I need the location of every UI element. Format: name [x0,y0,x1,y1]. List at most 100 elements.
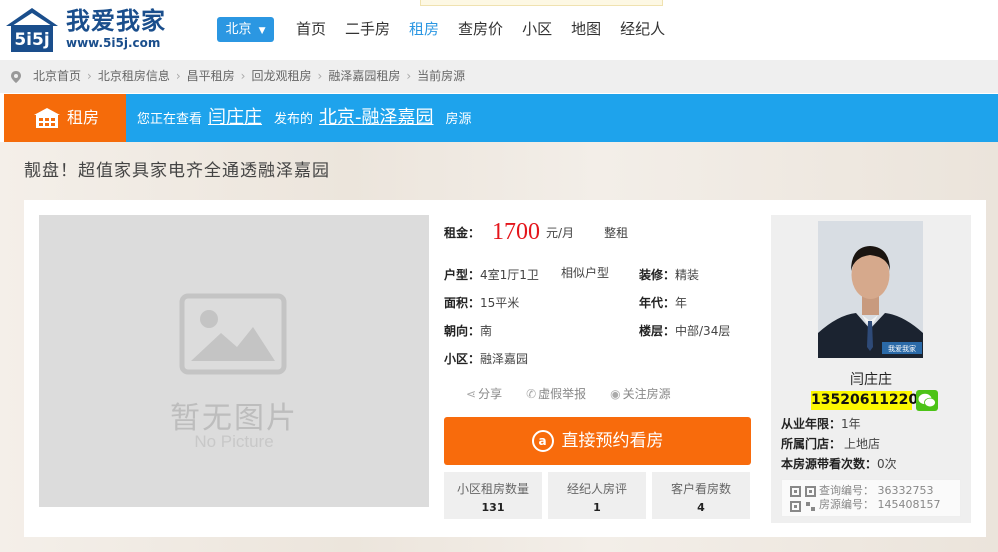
share-icon: ⋖ [466,387,477,401]
nav-secondhand[interactable]: 二手房 [345,19,390,39]
share-label: 分享 [478,387,503,401]
viewing-prefix: 您正在查看 [137,112,203,127]
crumb-beijing[interactable]: 北京首页 [33,60,81,93]
caret-down-icon: ▼ [258,26,266,36]
rent-type: 整租 [604,225,629,240]
stat-value: 1 [593,501,601,514]
stat-label: 客户看房数 [670,482,731,496]
area-label: 面积： [444,296,481,310]
area-value: 15平米 [480,296,520,310]
viewing-note: 您正在查看 闫庄庄 发布的 北京-融泽嘉园 房源 [137,105,472,133]
phone-icon: ✆ [526,387,537,401]
chevron-right-icon: › [175,69,181,83]
report-label: 虚假举报 [538,387,587,401]
chevron-right-icon: › [317,69,323,83]
store-label: 所属门店： [781,437,842,451]
rent-price: 1700 [492,218,541,245]
stat-label: 小区租房数量 [456,482,529,496]
store-value: 上地店 [844,437,881,451]
facing-value: 南 [480,324,493,338]
location-pin-icon [11,71,21,83]
facing-row: 朝向：南 [444,320,492,339]
stat-client-visits[interactable]: 客户看房数 4 [652,472,750,519]
layout-row: 户型：4室1厅1卫 [444,264,539,283]
city-selector[interactable]: 北京 ▼ [217,17,274,42]
rent-tag: 租房 [4,94,126,142]
logo-name: 我爱我家 [66,7,166,35]
wechat-icon[interactable] [916,390,938,411]
chevron-right-icon: › [240,69,246,83]
rent-price-row: 租金： 1700 元/月 整租 [444,214,628,250]
logo-mark[interactable]: 5i5j [6,8,58,54]
breadcrumb: 北京首页 › 北京租房信息 › 昌平租房 › 回龙观租房 › 融泽嘉园租房 › 当前房源 [0,60,998,93]
year-row: 年代：年 [639,292,687,311]
facing-label: 朝向： [444,324,481,338]
nav-agent[interactable]: 经纪人 [620,19,665,39]
agent-store-row: 所属门店： 上地店 [781,436,880,452]
community-link[interactable]: 北京-融泽嘉园 [319,105,434,131]
community-label: 小区： [444,352,481,366]
agent-photo[interactable]: 我爱我家 [818,221,923,358]
city-label: 北京 [225,22,252,37]
crumb-community[interactable]: 融泽嘉园租房 [328,60,400,93]
agent-portrait-icon: 我爱我家 [818,221,923,358]
main-nav: 首页 二手房 租房 查房价 小区 地图 经纪人 [296,19,684,39]
area-row: 面积：15平米 [444,292,519,311]
agent-name[interactable]: 闫庄庄 [771,369,971,389]
viewing-suffix: 房源 [445,112,472,127]
stat-value: 4 [697,501,705,514]
rent-label: 租金： [444,225,481,240]
visits-label: 本房源带看次数： [781,457,878,471]
top-notice-strip [420,0,663,6]
logo-text[interactable]: 我爱我家 www.5i5j.com [66,6,166,50]
decor-label: 装修： [639,268,676,282]
svg-text:5i5j: 5i5j [14,30,49,50]
stat-community-rentals[interactable]: 小区租房数量 131 [444,472,542,519]
logo-url: www.5i5j.com [66,36,161,50]
crumb-rent-info[interactable]: 北京租房信息 [98,60,170,93]
image-placeholder-icon [179,293,287,375]
report-button[interactable]: ✆ 虚假举报 [526,385,586,402]
stat-label: 经纪人房评 [566,482,627,496]
nav-community[interactable]: 小区 [522,19,552,39]
eye-icon: ◉ [610,387,621,401]
photo-badge: 我爱我家 [888,344,916,353]
floor-row: 楼层：中部/34层 [639,320,730,339]
listing-photo[interactable]: 暂无图片 No Picture [39,215,429,507]
crumb-changping[interactable]: 昌平租房 [187,60,235,93]
query-code: 查询编号： 36332753 [819,484,934,497]
year-value: 年 [675,296,688,310]
stat-agent-reviews[interactable]: 经纪人房评 1 [548,472,646,519]
nav-home[interactable]: 首页 [296,19,326,39]
listing-actions: ⋖ 分享 ✆ 虚假举报 ◉ 关注房源 [466,385,671,402]
agent-link[interactable]: 闫庄庄 [208,105,262,131]
community-value[interactable]: 融泽嘉园 [480,352,528,366]
community-row: 小区：融泽嘉园 [444,348,528,367]
chevron-right-icon: › [406,69,412,83]
nav-rent[interactable]: 租房 [409,19,439,39]
follow-button[interactable]: ◉ 关注房源 [610,385,671,402]
viewing-mid: 发布的 [274,112,314,127]
crumb-current: 当前房源 [417,69,466,83]
lock-icon: a [531,430,554,452]
nav-map[interactable]: 地图 [571,19,601,39]
visits-value: 0次 [877,457,897,471]
book-viewing-button[interactable]: a 直接预约看房 [444,417,751,465]
agent-years-row: 从业年限：1年 [781,416,861,432]
crumb-huilongguan[interactable]: 回龙观租房 [251,60,311,93]
share-button[interactable]: ⋖ 分享 [466,385,502,402]
floor-label: 楼层： [639,324,676,338]
book-viewing-label: 直接预约看房 [561,431,664,451]
nav-price[interactable]: 查房价 [458,19,503,39]
agent-visits-row: 本房源带看次数：0次 [781,456,897,472]
similar-layout-link[interactable]: 相似户型 [561,264,609,281]
decor-value: 精装 [675,268,700,282]
no-picture-cn: 暂无图片 [170,401,298,436]
qr-code-icon[interactable] [790,486,816,512]
rent-tag-label: 租房 [67,108,100,127]
years-label: 从业年限： [781,417,842,431]
year-label: 年代： [639,296,676,310]
no-picture-en: No Picture [194,432,274,451]
layout-label: 户型： [444,268,481,282]
stat-value: 131 [481,501,505,514]
